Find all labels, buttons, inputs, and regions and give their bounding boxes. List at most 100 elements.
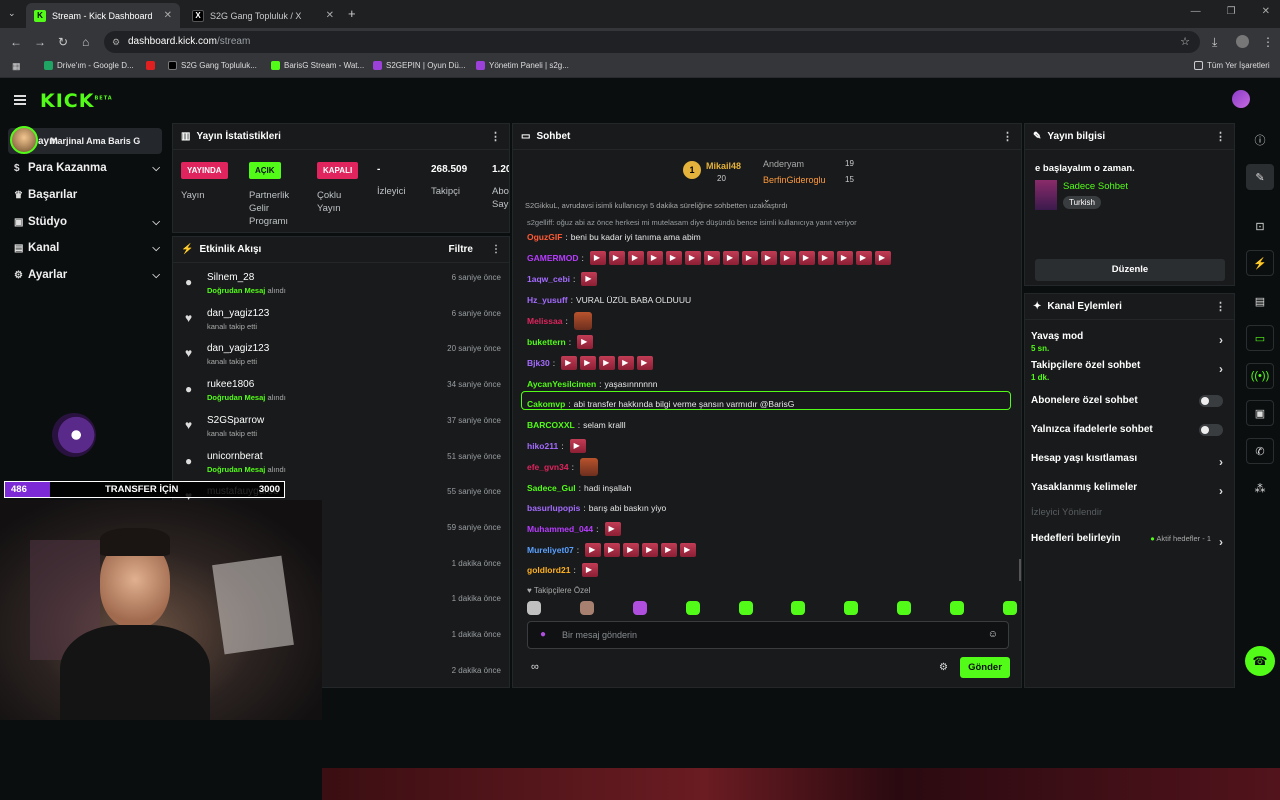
points-icon[interactable]: ∞ xyxy=(531,661,539,673)
chat-message[interactable]: Melissaa: xyxy=(527,312,592,330)
chat-username[interactable]: Hz_yusuff xyxy=(527,295,568,305)
chat-emote[interactable] xyxy=(604,522,621,536)
chat-emote[interactable] xyxy=(577,335,594,349)
chat-message[interactable]: OguzGIF: beni bu kadar iyi tanıma ama abi… xyxy=(527,229,701,245)
gifter-name[interactable]: Anderyam xyxy=(763,159,804,169)
emote[interactable] xyxy=(632,601,647,615)
account-age-row[interactable]: Hesap yaşı kısıtlaması › xyxy=(1031,453,1223,469)
new-tab-button[interactable]: + xyxy=(348,6,356,21)
chat-emote[interactable] xyxy=(573,312,592,330)
browser-menu-icon[interactable]: ⋮ xyxy=(1262,35,1274,49)
banned-words-row[interactable]: Yasaklanmış kelimeler › xyxy=(1031,482,1223,498)
subs-only-toggle[interactable] xyxy=(1199,395,1223,407)
chat-username[interactable]: Muhammed_044 xyxy=(527,524,593,534)
reload-icon[interactable]: ↻ xyxy=(58,35,68,49)
emote-only-toggle[interactable] xyxy=(1199,424,1223,436)
home-icon[interactable]: ⌂ xyxy=(82,35,89,49)
emote-only-row[interactable]: Yalnızca ifadelerle sohbet xyxy=(1031,424,1223,436)
chat-scrollbar[interactable] xyxy=(1019,559,1021,581)
chat-emote[interactable] xyxy=(779,251,796,265)
chat-emote[interactable] xyxy=(798,251,815,265)
chat-emote[interactable] xyxy=(637,356,654,370)
chat-username[interactable]: goldlord21 xyxy=(527,565,570,575)
activity-username[interactable]: dan_yagiz123 xyxy=(207,343,269,354)
filter-button[interactable]: Filtre xyxy=(449,244,473,255)
activity-username[interactable]: dan_yagiz123 xyxy=(207,308,269,319)
chat-username[interactable]: GAMERMOD xyxy=(527,253,578,263)
sidebar-item-channel[interactable]: ▤ Kanal ⌵ xyxy=(14,237,160,259)
chat-emote[interactable] xyxy=(579,458,598,476)
gifter-name[interactable]: BerfinGideroglu xyxy=(763,175,826,185)
activity-item[interactable]: ♥ S2GSparrow kanalı takip etti 37 saniye ö… xyxy=(181,414,501,446)
chat-emote[interactable] xyxy=(836,251,853,265)
chat-settings-icon[interactable]: ⚙ xyxy=(939,662,948,673)
chat-input[interactable]: ● Bir mesaj gönderin ☺ xyxy=(527,621,1009,649)
site-info-icon[interactable]: ⚙ xyxy=(112,31,120,53)
tab-s2g-x[interactable]: X S2G Gang Topluluk / X ✕ xyxy=(184,3,342,28)
emote[interactable] xyxy=(844,601,859,615)
close-tab-icon[interactable]: ✕ xyxy=(164,10,172,21)
chat-emote[interactable] xyxy=(680,543,697,557)
bookmark-item[interactable]: S2G Gang Topluluk... xyxy=(168,61,257,70)
support-icon[interactable]: ☎ xyxy=(1245,646,1275,676)
emote[interactable] xyxy=(897,601,912,615)
chat-username[interactable]: Melissaa xyxy=(527,316,562,326)
bookmark-star-icon[interactable]: ☆ xyxy=(1180,31,1190,53)
chat-username[interactable]: Bjk30 xyxy=(527,358,550,368)
more-options-icon[interactable]: ⋮ xyxy=(1002,130,1013,143)
activity-item[interactable]: ♥ dan_yagiz123 kanalı takip etti 20 saniye… xyxy=(181,342,501,374)
chat-message[interactable]: Muhammed_044: xyxy=(527,521,621,537)
more-options-icon[interactable]: ⋮ xyxy=(1215,300,1226,313)
edit-button[interactable]: Düzenle xyxy=(1035,259,1225,281)
chat-username[interactable]: bukettern xyxy=(527,337,566,347)
emote[interactable] xyxy=(950,601,964,615)
more-options-icon[interactable]: ⋮ xyxy=(491,244,501,255)
activity-username[interactable]: rukee1806 xyxy=(207,379,254,390)
chat-username[interactable]: Mureliyet07 xyxy=(527,545,574,555)
chat-message[interactable]: Bjk30: xyxy=(527,355,654,371)
bookmark-item[interactable]: Yönetim Paneli | s2g... xyxy=(476,61,569,70)
chat-username[interactable]: Sadece_Gul xyxy=(527,483,576,493)
chat-emote[interactable] xyxy=(665,251,682,265)
chat-message[interactable]: GAMERMOD: xyxy=(527,250,891,266)
chat-emote[interactable] xyxy=(623,543,640,557)
chat-message[interactable]: 1aqw_cebi: xyxy=(527,271,598,287)
activity-item[interactable]: ♥ dan_yagiz123 kanalı takip etti 6 saniye … xyxy=(181,307,501,339)
chat-username[interactable]: hiko211 xyxy=(527,441,558,451)
subs-only-row[interactable]: Abonelere özel sohbet xyxy=(1031,395,1223,407)
emoji-icon[interactable]: ☺ xyxy=(988,629,998,640)
bookmark-item[interactable]: S2GEPIN | Oyun Dü... xyxy=(373,61,465,70)
chat-message[interactable]: basurlupopis: barış abi baskın yiyo xyxy=(527,500,666,516)
chat-emote[interactable] xyxy=(608,251,625,265)
chat-emote[interactable] xyxy=(741,251,758,265)
chat-message[interactable]: Hz_yusuff: VURAL ÜZÜL BABA OLDUUU xyxy=(527,292,691,308)
emote[interactable] xyxy=(527,601,541,615)
channel-avatar[interactable] xyxy=(10,126,38,154)
category-link[interactable]: Sadece Sohbet xyxy=(1063,181,1128,192)
chat-message[interactable]: AycanYesilcimen: yaşasınnnnnn xyxy=(527,376,657,392)
kick-logo[interactable]: KICKBETA xyxy=(40,90,113,112)
close-window-icon[interactable]: ✕ xyxy=(1262,6,1270,17)
send-button[interactable]: Gönder xyxy=(960,657,1010,678)
chat-emote[interactable] xyxy=(618,356,635,370)
chat-username[interactable]: OguzGIF xyxy=(527,232,562,242)
chat-message[interactable]: Sadece_Gul: hadi inşallah xyxy=(527,480,631,496)
followers-only-row[interactable]: Takipçilere özel sohbet 1 dk. › xyxy=(1031,360,1223,382)
sidebar-item-settings[interactable]: ⚙ Ayarlar ⌵ xyxy=(14,264,160,286)
chat-emote[interactable] xyxy=(817,251,834,265)
activity-username[interactable]: Silnem_28 xyxy=(207,272,254,283)
sidebar-item-achievements[interactable]: ♛ Başarılar xyxy=(14,184,160,206)
download-icon[interactable]: ⤓ xyxy=(1212,35,1217,50)
slow-mode-row[interactable]: Yavaş mod 5 sn. › xyxy=(1031,331,1223,353)
chat-emote[interactable] xyxy=(646,251,663,265)
top-gifter-name[interactable]: Mikail48 xyxy=(706,161,741,171)
chat-emote[interactable] xyxy=(642,543,659,557)
chat-message[interactable]: goldlord21: xyxy=(527,562,598,578)
chat-emote[interactable] xyxy=(760,251,777,265)
profile-avatar[interactable] xyxy=(1236,35,1249,48)
back-icon[interactable]: ← xyxy=(10,35,22,49)
chat-message[interactable]: BARCOXXL: selam kralll xyxy=(527,417,626,433)
document-icon[interactable]: ▤ xyxy=(1246,288,1274,314)
forward-icon[interactable]: → xyxy=(34,35,46,49)
share-icon[interactable]: ⁂ xyxy=(1246,475,1274,501)
